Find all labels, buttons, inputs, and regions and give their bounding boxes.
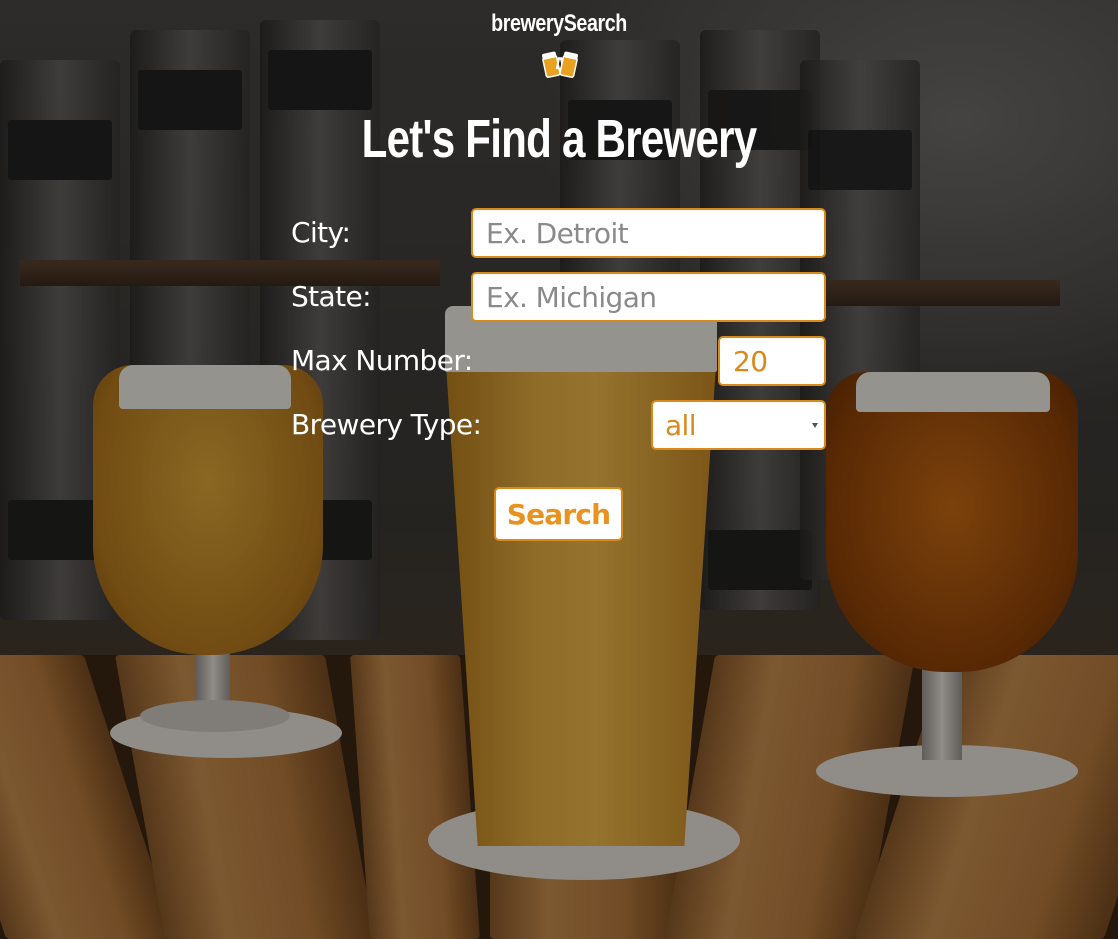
state-label: State: [291, 280, 372, 313]
page-title: Let's Find a Brewery [361, 109, 757, 169]
state-row: State: [291, 272, 826, 322]
max-number-label: Max Number: [291, 344, 473, 377]
max-number-input[interactable] [718, 336, 826, 386]
brewery-type-row: Brewery Type: all [291, 400, 826, 450]
beer-mugs-icon [542, 51, 578, 78]
state-input[interactable] [471, 272, 826, 322]
brewery-search-app: brewerySearch Let's Find a Brewery City:… [0, 0, 1118, 939]
max-number-row: Max Number: [291, 336, 826, 386]
dropdown-arrow-icon [812, 423, 818, 428]
brewery-type-select[interactable]: all [651, 400, 826, 450]
city-row: City: [291, 208, 826, 258]
brewery-search-form: City: State: Max Number: Brewery Type: a… [291, 208, 826, 464]
brewery-type-label: Brewery Type: [291, 408, 482, 441]
search-button[interactable]: Search [494, 487, 623, 541]
city-input[interactable] [471, 208, 826, 258]
brand-name[interactable]: brewerySearch [101, 10, 1018, 38]
brewery-type-selected-value: all [665, 409, 697, 442]
city-label: City: [291, 216, 351, 249]
